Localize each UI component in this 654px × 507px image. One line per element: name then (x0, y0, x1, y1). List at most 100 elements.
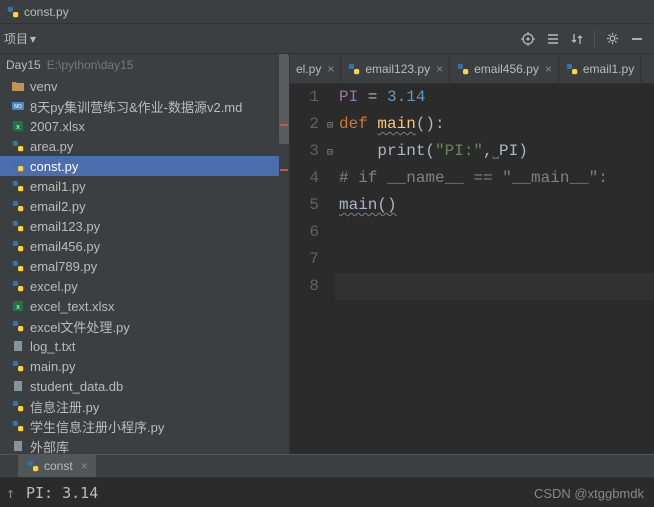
editor-tab[interactable]: email1.py (559, 55, 641, 83)
file-item[interactable]: email1.py (0, 176, 289, 196)
file-item[interactable]: log_t.txt (0, 336, 289, 356)
line-number: 6 (290, 219, 319, 246)
sidebar-scrollbar[interactable] (279, 54, 289, 454)
file-label: emal789.py (30, 259, 97, 274)
folder-icon (10, 78, 26, 94)
python-file-icon (347, 62, 361, 76)
line-number: 7 (290, 246, 319, 273)
file-item[interactable]: email2.py (0, 196, 289, 216)
file-item[interactable]: 外部库 (0, 436, 289, 454)
file-label: email456.py (30, 239, 100, 254)
expand-icon[interactable] (546, 32, 560, 46)
py-icon (10, 198, 26, 214)
editor-tab[interactable]: email456.py× (450, 55, 559, 83)
file-item[interactable]: x2007.xlsx (0, 116, 289, 136)
py-icon (10, 138, 26, 154)
toolbar: 项目 ▾ (0, 24, 654, 54)
python-file-icon (6, 5, 20, 19)
file-label: 学生信息注册小程序.py (30, 417, 164, 436)
svg-text:MD: MD (14, 104, 22, 110)
file-item[interactable]: main.py (0, 356, 289, 376)
error-marker (280, 124, 288, 126)
file-label: venv (30, 79, 57, 94)
py-icon (10, 398, 26, 414)
file-item[interactable]: email123.py (0, 216, 289, 236)
svg-text:x: x (16, 304, 20, 311)
file-item[interactable]: emal789.py (0, 256, 289, 276)
scrollbar-thumb[interactable] (279, 54, 289, 144)
minimize-icon[interactable] (630, 32, 644, 46)
line-number: 8 (290, 273, 319, 300)
error-marker (280, 169, 288, 171)
code-line[interactable]: print("PI:",⎵PI) (335, 138, 654, 165)
tab-label: el.py (296, 62, 321, 76)
editor-tab[interactable]: email123.py × (341, 55, 450, 83)
file-item[interactable]: x excel_text.xlsx (0, 296, 289, 316)
close-icon[interactable]: × (81, 459, 88, 473)
py-icon (10, 418, 26, 434)
file-item[interactable]: excel文件处理.py (0, 316, 289, 336)
code-line[interactable]: def main(): (335, 111, 654, 138)
py-icon (10, 278, 26, 294)
fold-icon[interactable]: ⊟ (327, 113, 333, 140)
file-label: excel文件处理.py (30, 317, 130, 336)
file-tree[interactable]: venv MD8天py集训营练习&作业-数据源v2.mdx2007.xlsxare… (0, 76, 289, 454)
editor-tabs: el.py×email123.py×email456.py×email1.py (290, 54, 654, 84)
breadcrumb-path: E:\python\day15 (47, 58, 134, 72)
python-file-icon (26, 459, 40, 473)
file-item[interactable]: MD8天py集训营练习&作业-数据源v2.md (0, 96, 289, 116)
xlsx-icon: x (10, 298, 26, 314)
code-line[interactable] (335, 219, 654, 246)
gear-icon[interactable] (605, 31, 620, 46)
close-icon[interactable]: × (545, 62, 552, 76)
code-line[interactable]: PI = 3.14 (335, 84, 654, 111)
line-number: 4 (290, 165, 319, 192)
project-dropdown[interactable]: 项目 ▾ (4, 30, 36, 47)
file-item[interactable]: const.py (0, 156, 289, 176)
file-label: main.py (30, 359, 76, 374)
separator (594, 30, 595, 48)
code-area[interactable]: PI = 3.14def main(): print("PI:",⎵PI)# i… (335, 84, 654, 454)
file-label: excel_text.xlsx (30, 299, 115, 314)
breadcrumb-root[interactable]: Day15 (6, 58, 41, 72)
file-label: student_data.db (30, 379, 123, 394)
run-tab[interactable]: const × (18, 455, 96, 477)
file-item[interactable]: area.py (0, 136, 289, 156)
file-item[interactable]: email456.py (0, 236, 289, 256)
py-icon (10, 238, 26, 254)
python-file-icon (456, 62, 470, 76)
line-number: 3 (290, 138, 319, 165)
md-icon: MD (10, 98, 26, 114)
editor-tab[interactable]: el.py × (290, 55, 341, 83)
db-icon (10, 378, 26, 394)
file-item[interactable]: 信息注册.py (0, 396, 289, 416)
py-icon (10, 318, 26, 334)
file-label: log_t.txt (30, 339, 76, 354)
sort-icon[interactable] (570, 32, 584, 46)
code-line[interactable]: main() (335, 192, 654, 219)
code-line[interactable] (335, 246, 654, 273)
svg-text:x: x (16, 124, 20, 131)
code-line[interactable] (335, 273, 654, 300)
file-item[interactable]: excel.py (0, 276, 289, 296)
line-number: 1 (290, 84, 319, 111)
folder-item[interactable]: venv (0, 76, 289, 96)
file-item[interactable]: 学生信息注册小程序.py (0, 416, 289, 436)
console-text: PI: 3.14 (26, 484, 98, 502)
tab-label: email123.py (365, 62, 430, 76)
file-label: excel.py (30, 279, 78, 294)
py-icon (10, 258, 26, 274)
gutter: 12345678⊟⊟ (290, 84, 335, 454)
py-icon (10, 178, 26, 194)
chevron-down-icon: ▾ (30, 32, 36, 46)
target-icon[interactable] (520, 31, 536, 47)
project-sidebar: Day15 E:\python\day15 venv MD8天py集训营练习&作业… (0, 54, 290, 454)
close-icon[interactable]: × (436, 62, 443, 76)
file-item[interactable]: student_data.db (0, 376, 289, 396)
fold-icon[interactable]: ⊟ (327, 140, 333, 167)
run-tool-window-tabs: const × (0, 454, 654, 478)
breadcrumb: Day15 E:\python\day15 (0, 54, 289, 76)
code-line[interactable]: # if __name__ == "__main__": (335, 165, 654, 192)
close-icon[interactable]: × (327, 62, 334, 76)
code-editor[interactable]: 12345678⊟⊟ PI = 3.14def main(): print("P… (290, 84, 654, 454)
